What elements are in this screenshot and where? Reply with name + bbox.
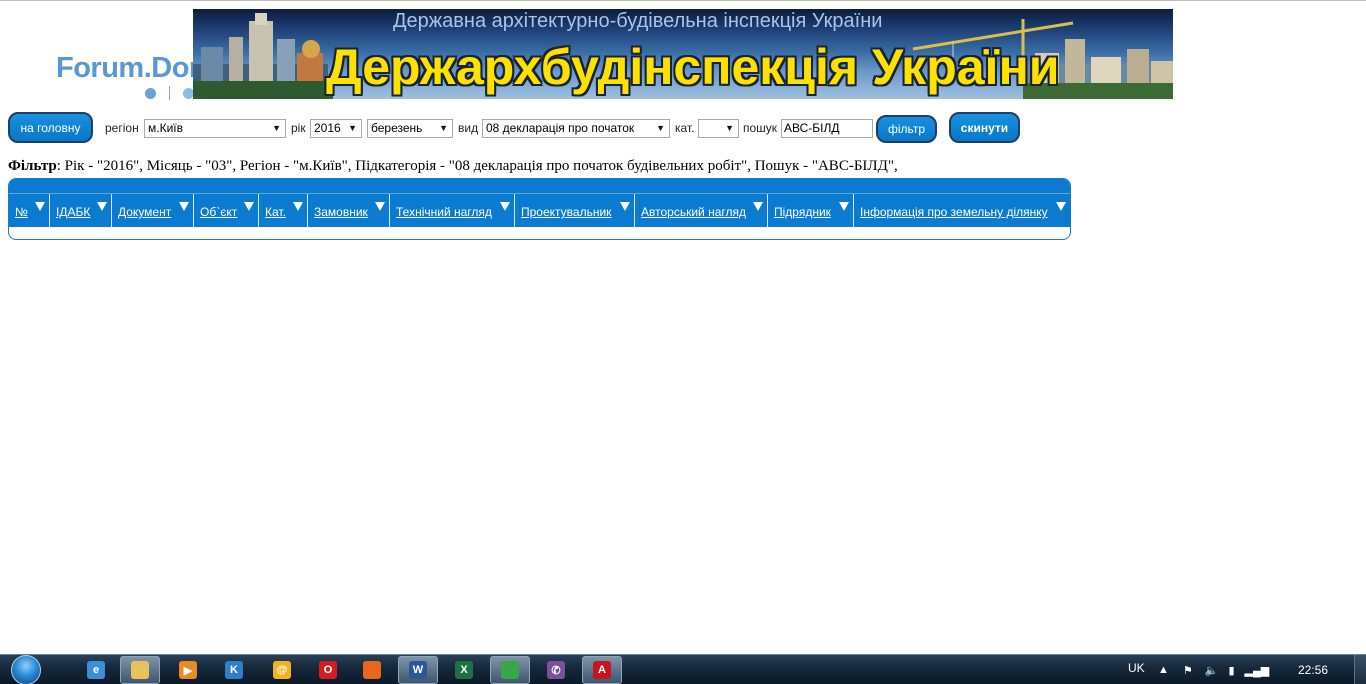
region-label: регіон xyxy=(105,121,139,135)
windows-taskbar: e ▶ K @ O W X ✆ A UK ▲ ⚑ 🔈 ▮ ▂▄▆ 22:56 xyxy=(0,654,1366,684)
acrobat-icon: A xyxy=(593,661,611,679)
show-desktop-button[interactable] xyxy=(1354,655,1366,684)
taskbar-app-chrome[interactable] xyxy=(490,656,530,684)
power-icon[interactable]: ▮ xyxy=(1228,664,1234,677)
opera-icon: O xyxy=(319,661,337,679)
sort-arrow-icon[interactable] xyxy=(375,202,385,211)
word-icon: W xyxy=(409,661,427,679)
internet-explorer-icon: e xyxy=(87,661,105,679)
taskbar-app-acrobat[interactable]: A xyxy=(582,656,622,684)
column-header-idabk[interactable]: ІДАБК xyxy=(50,194,112,228)
network-signal-icon[interactable]: ▂▄▆ xyxy=(1245,664,1270,677)
filter-bar: на головну регіон м.Київ ▼ рік 2016 ▼ бе… xyxy=(8,112,1108,144)
mail-agent-icon: @ xyxy=(273,661,291,679)
sort-arrow-icon[interactable] xyxy=(839,202,849,211)
taskbar-app-firefox[interactable] xyxy=(352,656,392,684)
top-border xyxy=(0,0,1366,1)
column-header-tech-supervision[interactable]: Технічний нагляд xyxy=(390,194,515,228)
chrome-icon xyxy=(501,661,519,679)
banner-title: Держархбудінспекція України xyxy=(326,39,1060,95)
taskbar-app-internet-explorer[interactable]: e xyxy=(76,656,116,684)
search-input[interactable]: АВС-БІЛД xyxy=(781,119,873,138)
file-explorer-icon xyxy=(131,661,149,679)
sort-arrow-icon[interactable] xyxy=(179,202,189,211)
excel-icon: X xyxy=(455,661,473,679)
results-table: № ІДАБК Документ Об`єкт Кат. Замовник Те… xyxy=(8,178,1071,240)
filter-button[interactable]: фільтр xyxy=(876,115,937,143)
sort-arrow-icon[interactable] xyxy=(753,202,763,211)
reset-button[interactable]: скинути xyxy=(949,112,1020,143)
type-select[interactable]: 08 декларація про початок ▼ xyxy=(482,119,670,138)
year-select-value: 2016 xyxy=(314,121,341,135)
filter-summary-text: : Рік - "2016", Місяць - "03", Регіон - … xyxy=(56,158,898,174)
media-player-icon: ▶ xyxy=(179,661,197,679)
banner-subtitle: Державна архітектурно-будівельна інспекц… xyxy=(393,10,883,32)
column-header-document[interactable]: Документ xyxy=(112,194,194,228)
column-header-number[interactable]: № xyxy=(9,194,50,228)
taskbar-clock[interactable]: 22:56 xyxy=(1298,663,1328,677)
header-banner[interactable]: Державна архітектурно-будівельна інспекц… xyxy=(193,9,1173,99)
table-header: № ІДАБК Документ Об`єкт Кат. Замовник Те… xyxy=(9,193,1070,228)
sort-arrow-icon[interactable] xyxy=(293,202,303,211)
language-indicator[interactable]: UK xyxy=(1128,661,1145,675)
sort-arrow-icon[interactable] xyxy=(244,202,254,211)
logo-dot-icon xyxy=(145,88,156,99)
show-hidden-icons-icon[interactable]: ▲ xyxy=(1158,664,1169,676)
taskbar-app-file-explorer[interactable] xyxy=(120,656,160,684)
sort-arrow-icon[interactable] xyxy=(1056,202,1066,211)
year-select[interactable]: 2016 ▼ xyxy=(310,119,362,138)
start-button[interactable] xyxy=(8,655,46,684)
taskbar-app-mail-agent[interactable]: @ xyxy=(262,656,302,684)
category-select[interactable]: ▼ xyxy=(698,119,739,138)
chevron-down-icon: ▼ xyxy=(656,123,665,133)
chevron-down-icon: ▼ xyxy=(725,123,734,133)
sort-arrow-icon[interactable] xyxy=(35,202,45,211)
column-header-contractor[interactable]: Підрядник xyxy=(768,194,854,228)
filter-summary: Фільтр: Рік - "2016", Місяць - "03", Рег… xyxy=(8,158,898,175)
windows-logo-icon xyxy=(11,655,41,684)
column-header-designer[interactable]: Проектувальник xyxy=(515,194,635,228)
table-top-bar xyxy=(9,179,1070,193)
taskbar-app-k-lite[interactable]: K xyxy=(214,656,254,684)
taskbar-app-opera[interactable]: O xyxy=(308,656,348,684)
category-label: кат. xyxy=(675,121,695,135)
sort-arrow-icon[interactable] xyxy=(97,202,107,211)
column-header-object[interactable]: Об`єкт xyxy=(194,194,259,228)
system-tray: ▲ ⚑ 🔈 ▮ ▂▄▆ xyxy=(1158,655,1269,684)
filter-summary-label: Фільтр xyxy=(8,158,57,174)
column-header-land-info[interactable]: Інформація про земельну ділянку xyxy=(854,194,1070,228)
region-select-value: м.Київ xyxy=(148,121,183,135)
action-center-flag-icon[interactable]: ⚑ xyxy=(1183,664,1193,677)
logo-divider xyxy=(169,86,170,100)
chevron-down-icon: ▼ xyxy=(439,123,448,133)
browser-page: Forum.Domik.ua Державна архітектурно-буд… xyxy=(0,0,1366,684)
taskbar-app-excel[interactable]: X xyxy=(444,656,484,684)
taskbar-app-media-player[interactable]: ▶ xyxy=(168,656,208,684)
month-select[interactable]: березень ▼ xyxy=(367,119,453,138)
firefox-icon xyxy=(363,661,381,679)
type-label: вид xyxy=(458,121,479,135)
type-select-value: 08 декларація про початок xyxy=(486,121,635,135)
month-select-value: березень xyxy=(371,121,423,135)
chevron-down-icon: ▼ xyxy=(348,123,357,133)
column-header-author-supervision[interactable]: Авторський нагляд xyxy=(635,194,768,228)
sort-arrow-icon[interactable] xyxy=(620,202,630,211)
chevron-down-icon: ▼ xyxy=(272,123,281,133)
taskbar-app-word[interactable]: W xyxy=(398,656,438,684)
sort-arrow-icon[interactable] xyxy=(500,202,510,211)
viber-icon: ✆ xyxy=(547,661,565,679)
taskbar-app-viber[interactable]: ✆ xyxy=(536,656,576,684)
column-header-customer[interactable]: Замовник xyxy=(308,194,390,228)
home-button[interactable]: на головну xyxy=(8,112,93,143)
search-label: пошук xyxy=(743,121,778,135)
volume-icon[interactable]: 🔈 xyxy=(1205,664,1219,677)
k-lite-icon: K xyxy=(225,661,243,679)
region-select[interactable]: м.Київ ▼ xyxy=(144,119,286,138)
year-label: рік xyxy=(291,121,306,135)
column-header-category[interactable]: Кат. xyxy=(259,194,308,228)
